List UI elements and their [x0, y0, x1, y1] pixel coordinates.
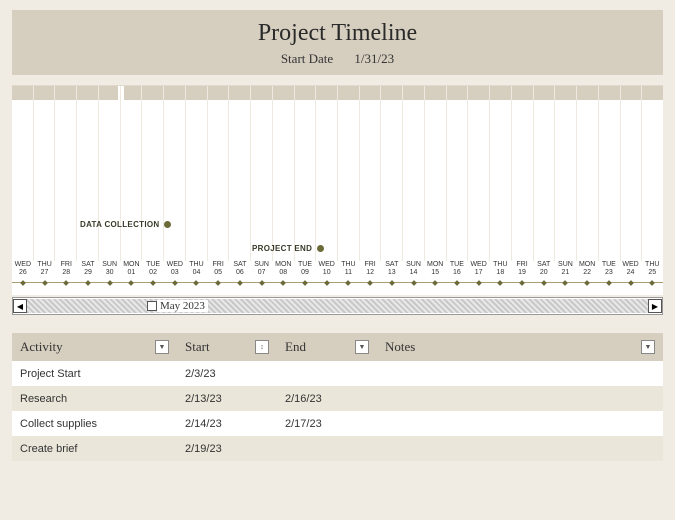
col-header-end: End ▼ — [277, 339, 377, 355]
page-title: Project Timeline — [12, 20, 663, 47]
milestone-label: PROJECT END — [252, 244, 312, 253]
scroll-month-label: May 2023 — [157, 300, 208, 312]
filter-button[interactable]: ▼ — [355, 340, 369, 354]
table-row[interactable]: Research2/13/232/16/23 — [12, 386, 663, 411]
cell-activity: Research — [12, 393, 177, 405]
col-header-notes: Notes ▼ — [377, 339, 663, 355]
cell-activity: Collect supplies — [12, 418, 177, 430]
axis-day: MON08 — [272, 261, 294, 281]
timeline-scrollbar[interactable]: ◀ May 2023 ▶ — [12, 297, 663, 315]
col-label: Start — [185, 339, 210, 355]
cell-start: 2/14/23 — [177, 418, 277, 430]
axis-day: WED03 — [164, 261, 186, 281]
axis-day: FRI12 — [359, 261, 381, 281]
axis-day: TUE09 — [294, 261, 316, 281]
axis-day: MON01 — [121, 261, 143, 281]
timeline-markers: DATA COLLECTION PROJECT END — [12, 111, 663, 261]
scroll-thumb[interactable] — [147, 301, 157, 311]
sort-button[interactable]: ↕ — [255, 340, 269, 354]
col-label: End — [285, 339, 306, 355]
filter-button[interactable]: ▼ — [155, 340, 169, 354]
axis-day: TUE02 — [142, 261, 164, 281]
axis-day: WED24 — [620, 261, 642, 281]
axis-day: TUE23 — [598, 261, 620, 281]
axis-day: THU25 — [641, 261, 663, 281]
axis-day: WED26 — [12, 261, 34, 281]
cell-activity: Create brief — [12, 443, 177, 455]
axis-day: FRI05 — [207, 261, 229, 281]
milestone-dot-icon — [317, 245, 324, 252]
axis-day: MON15 — [424, 261, 446, 281]
subheading: Start Date 1/31/23 — [12, 51, 663, 67]
axis-day: TUE16 — [446, 261, 468, 281]
scroll-track[interactable]: May 2023 — [27, 299, 648, 313]
milestone-marker: PROJECT END — [252, 244, 324, 253]
col-label: Notes — [385, 339, 415, 355]
header-bar: Project Timeline Start Date 1/31/23 — [12, 10, 663, 75]
scroll-left-button[interactable]: ◀ — [13, 299, 27, 313]
cell-start: 2/3/23 — [177, 368, 277, 380]
table-header-row: Activity ▼ Start ↕ End ▼ Notes ▼ — [12, 333, 663, 361]
axis-day: THU27 — [34, 261, 56, 281]
col-header-start: Start ↕ — [177, 339, 277, 355]
table-row[interactable]: Create brief2/19/23 — [12, 436, 663, 461]
axis-day: SAT13 — [381, 261, 403, 281]
table-body: Project Start2/3/23Research2/13/232/16/2… — [12, 361, 663, 461]
start-date-value: 1/31/23 — [354, 51, 394, 66]
timeline-chart: DATA COLLECTIONPROJECT END WED26THU27FRI… — [12, 85, 663, 295]
filter-button[interactable]: ▼ — [641, 340, 655, 354]
axis-day: SUN07 — [251, 261, 273, 281]
axis-day: THU11 — [338, 261, 360, 281]
cell-end: 2/17/23 — [277, 418, 377, 430]
table-row[interactable]: Project Start2/3/23 — [12, 361, 663, 386]
table-row[interactable]: Collect supplies2/14/232/17/23 — [12, 411, 663, 436]
scroll-right-button[interactable]: ▶ — [648, 299, 662, 313]
axis-day: THU04 — [186, 261, 208, 281]
axis-day: SUN30 — [99, 261, 121, 281]
col-label: Activity — [20, 339, 63, 355]
axis-day: SAT29 — [77, 261, 99, 281]
activity-table: Activity ▼ Start ↕ End ▼ Notes ▼ Project… — [12, 333, 663, 461]
axis-day: FRI28 — [55, 261, 77, 281]
milestone-dot-icon — [164, 221, 171, 228]
cell-start: 2/19/23 — [177, 443, 277, 455]
axis-day: WED10 — [316, 261, 338, 281]
axis-day: SUN14 — [403, 261, 425, 281]
axis-day: SAT06 — [229, 261, 251, 281]
timeline-axis: WED26THU27FRI28SAT29SUN30MON01TUE02WED03… — [12, 261, 663, 281]
start-date-label: Start Date — [281, 51, 333, 66]
milestone-label: DATA COLLECTION — [80, 220, 159, 229]
col-header-activity: Activity ▼ — [12, 339, 177, 355]
cell-start: 2/13/23 — [177, 393, 277, 405]
cell-activity: Project Start — [12, 368, 177, 380]
axis-day: WED17 — [468, 261, 490, 281]
axis-day: MON22 — [576, 261, 598, 281]
axis-day: THU18 — [489, 261, 511, 281]
axis-day: SUN21 — [555, 261, 577, 281]
axis-day: FRI19 — [511, 261, 533, 281]
milestone-marker: DATA COLLECTION — [80, 220, 171, 229]
cell-end: 2/16/23 — [277, 393, 377, 405]
axis-day: SAT20 — [533, 261, 555, 281]
